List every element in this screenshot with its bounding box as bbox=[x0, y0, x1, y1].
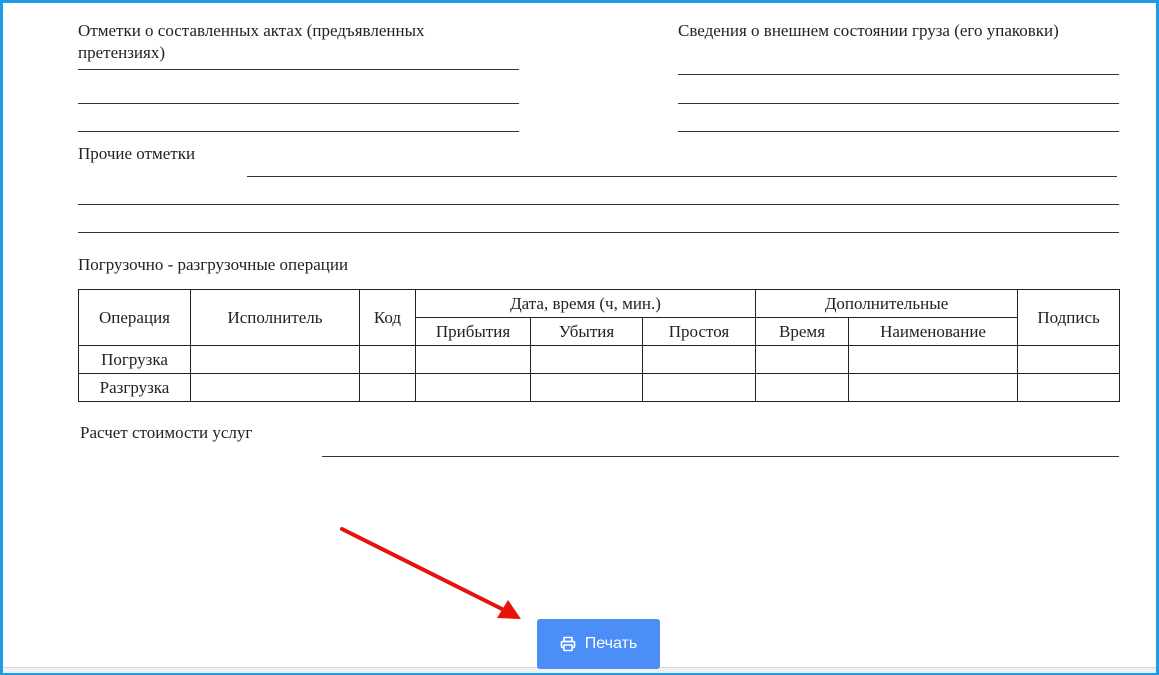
cell-arrival[interactable] bbox=[415, 373, 531, 402]
header-arrival: Прибытия bbox=[415, 317, 531, 346]
header-name: Наименование bbox=[848, 317, 1019, 346]
header-time: Время bbox=[755, 317, 850, 346]
operations-table: Операция Исполнитель Код Дата, время (ч,… bbox=[78, 289, 1121, 402]
other-line-2 bbox=[78, 204, 1119, 205]
cell-idle[interactable] bbox=[641, 345, 757, 374]
cargo-line-1 bbox=[678, 74, 1119, 75]
table-row: Разгрузка bbox=[78, 373, 1121, 402]
header-executor: Исполнитель bbox=[190, 289, 360, 346]
ops-label: Погрузочно - разгрузочные операции bbox=[78, 255, 349, 274]
acts-label-line2: претензиях) bbox=[78, 43, 166, 62]
acts-line-1 bbox=[78, 69, 519, 70]
header-departure: Убытия bbox=[530, 317, 643, 346]
cell-signature[interactable] bbox=[1017, 373, 1121, 402]
header-additional: Дополнительные bbox=[755, 289, 1019, 318]
printer-icon bbox=[560, 636, 576, 652]
header-datetime: Дата, время (ч, мин.) bbox=[414, 289, 757, 318]
cell-code[interactable] bbox=[359, 373, 416, 402]
table-row: Погрузка bbox=[78, 345, 1121, 374]
cost-line bbox=[322, 456, 1119, 457]
cell-executor[interactable] bbox=[190, 345, 360, 374]
cell-name[interactable] bbox=[848, 373, 1019, 402]
acts-line-2 bbox=[78, 103, 519, 104]
cost-label: Расчет стоимости услуг bbox=[80, 423, 253, 442]
cargo-line-3 bbox=[678, 131, 1119, 132]
cell-name[interactable] bbox=[848, 345, 1019, 374]
cell-departure[interactable] bbox=[530, 373, 643, 402]
acts-label-line1: Отметки о составленных актах (предъявлен… bbox=[78, 21, 425, 40]
cell-departure[interactable] bbox=[530, 345, 643, 374]
cell-arrival[interactable] bbox=[415, 345, 531, 374]
cell-time[interactable] bbox=[755, 373, 850, 402]
cell-time[interactable] bbox=[755, 345, 850, 374]
header-code: Код bbox=[359, 289, 416, 346]
cargo-line-2 bbox=[678, 103, 1119, 104]
other-line-1 bbox=[247, 176, 1117, 177]
acts-line-3 bbox=[78, 131, 519, 132]
cell-code[interactable] bbox=[359, 345, 416, 374]
print-button[interactable]: Печать bbox=[537, 619, 660, 669]
print-label: Печать bbox=[584, 635, 638, 652]
header-operation: Операция bbox=[78, 289, 191, 346]
header-signature: Подпись bbox=[1017, 289, 1121, 346]
cargo-label: Сведения о внешнем состоянии груза (его … bbox=[678, 21, 1059, 40]
row-operation: Разгрузка bbox=[78, 373, 191, 402]
other-remarks-label: Прочие отметки bbox=[78, 144, 196, 163]
cell-signature[interactable] bbox=[1017, 345, 1121, 374]
header-idle: Простоя bbox=[641, 317, 757, 346]
row-operation: Погрузка bbox=[78, 345, 191, 374]
cell-idle[interactable] bbox=[641, 373, 757, 402]
other-line-3 bbox=[78, 232, 1119, 233]
cell-executor[interactable] bbox=[190, 373, 360, 402]
